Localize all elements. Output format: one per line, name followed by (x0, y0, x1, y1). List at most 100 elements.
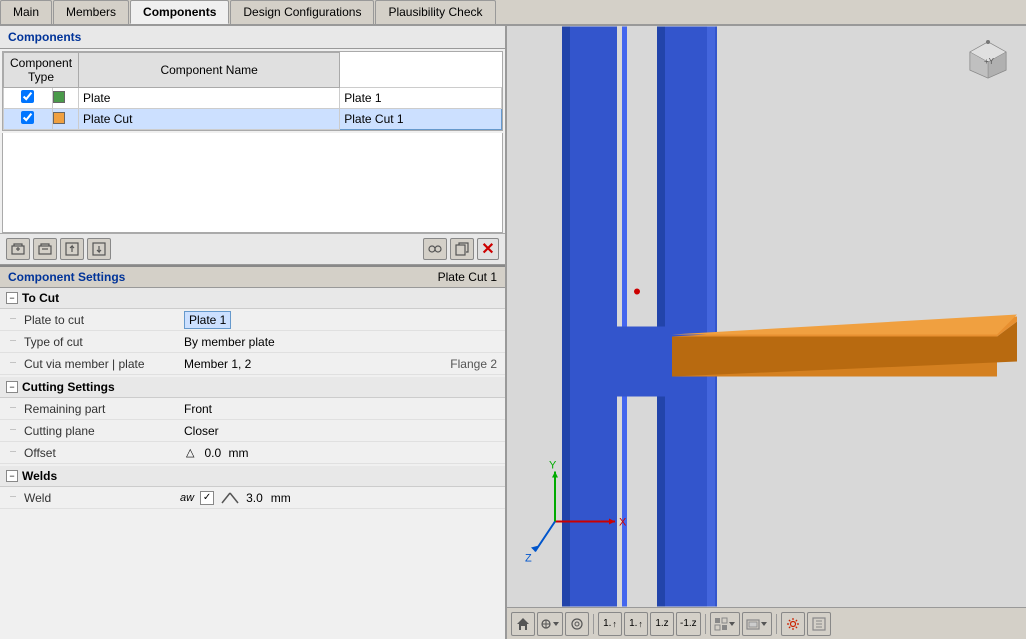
cutting-settings-header[interactable]: − Cutting Settings (0, 377, 505, 398)
svg-text:+Y: +Y (984, 57, 995, 66)
collapse-icon: − (6, 381, 18, 393)
welds-group: − Welds ┄ Weld aw ✓ 3.0 mm (0, 466, 505, 509)
prop-row-offset: ┄ Offset △ 0.0 mm (0, 442, 505, 464)
weld-symbol-icon (220, 491, 240, 505)
tab-main[interactable]: Main (0, 0, 52, 24)
add-component-btn[interactable] (6, 238, 30, 260)
toolbar-separator-2 (705, 614, 706, 634)
tab-components[interactable]: Components (130, 0, 229, 24)
render-x-btn[interactable]: 1.↑ (598, 612, 622, 636)
viewport-3d[interactable]: X Y Z +Y (507, 26, 1026, 607)
prop-row-plate-to-cut: ┄ Plate to cut Plate 1 (0, 309, 505, 331)
components-table: Component Type Component Name (3, 52, 502, 130)
toolbar-left (6, 238, 111, 260)
move-down-btn[interactable] (87, 238, 111, 260)
collapse-icon: − (6, 470, 18, 482)
settings-header: Component Settings Plate Cut 1 (0, 265, 505, 288)
left-panel: Components Component Type Component Name (0, 26, 507, 639)
view-dropdown-btn[interactable] (537, 612, 563, 636)
prop-name-cutting-plane: Cutting plane (20, 422, 180, 440)
display-mode-btn[interactable] (742, 612, 772, 636)
platecut-type-cell: Plate Cut (79, 109, 340, 130)
settings-area: − To Cut ┄ Plate to cut Plate 1 ┄ Type o… (0, 288, 505, 639)
welds-header[interactable]: − Welds (0, 466, 505, 487)
toolbar-separator-1 (593, 614, 594, 634)
weld-prop-row: ┄ Weld aw ✓ 3.0 mm (0, 487, 505, 509)
move-up-btn[interactable] (60, 238, 84, 260)
tab-design-configurations[interactable]: Design Configurations (230, 0, 374, 24)
link-btn[interactable] (423, 238, 447, 260)
table-row[interactable]: Plate Plate 1 (4, 88, 502, 109)
render-mode-btn[interactable] (710, 612, 740, 636)
plate-checkbox[interactable] (21, 90, 34, 103)
plate-name-cell: Plate 1 (340, 88, 502, 109)
col-component-name: Component Name (79, 53, 340, 88)
welds-label: Welds (22, 469, 57, 483)
svg-text:Z: Z (525, 553, 532, 565)
delete-btn[interactable]: ✕ (477, 238, 499, 260)
prop-value-type-of-cut: By member plate (180, 333, 505, 351)
svg-text:X: X (619, 517, 627, 529)
prop-extra-cut-via: Flange 2 (442, 355, 505, 373)
prop-name-type-of-cut: Type of cut (20, 333, 180, 351)
plate-type-cell: Plate (79, 88, 340, 109)
prop-row-type-of-cut: ┄ Type of cut By member plate (0, 331, 505, 353)
prop-value-cutting-plane: Closer (180, 422, 505, 440)
collapse-icon: − (6, 292, 18, 304)
prop-value-offset: 0.0 mm (200, 444, 505, 462)
nav-cube[interactable]: +Y (962, 34, 1014, 86)
platecut-color-box (53, 112, 65, 124)
settings-title: Component Settings (8, 270, 125, 284)
cutting-settings-group: − Cutting Settings ┄ Remaining part Fron… (0, 377, 505, 464)
table-row[interactable]: Plate Cut Plate Cut 1 (4, 109, 502, 130)
offset-delta-icon: △ (180, 444, 200, 461)
viewport-toolbar: 1.↑ 1.↑ 1.z -1.z (507, 607, 1026, 639)
home-view-btn[interactable] (511, 612, 535, 636)
scene-svg: X Y Z (507, 26, 1026, 607)
render-z-btn[interactable]: 1.z (650, 612, 674, 636)
prop-name-plate-to-cut: Plate to cut (20, 311, 180, 329)
prop-name-cut-via: Cut via member | plate (20, 355, 180, 373)
toolbar-right: ✕ (423, 238, 499, 260)
platecut-checkbox[interactable] (21, 111, 34, 124)
plate-color-box (53, 91, 65, 103)
weld-unit: mm (271, 491, 291, 505)
parallel-view-btn[interactable] (565, 612, 589, 636)
settings-btn[interactable] (781, 612, 805, 636)
to-cut-group: − To Cut ┄ Plate to cut Plate 1 ┄ Type o… (0, 288, 505, 375)
prop-row-cut-via: ┄ Cut via member | plate Member 1, 2 Fla… (0, 353, 505, 375)
toolbar-separator-3 (776, 614, 777, 634)
components-toolbar: ✕ (0, 233, 505, 264)
prop-row-remaining: ┄ Remaining part Front (0, 398, 505, 420)
to-cut-label: To Cut (22, 291, 59, 305)
render-y-btn[interactable]: 1.↑ (624, 612, 648, 636)
to-cut-header[interactable]: − To Cut (0, 288, 505, 309)
tab-bar: Main Members Components Design Configura… (0, 0, 1026, 26)
delete-component-btn[interactable] (33, 238, 57, 260)
components-table-container: Component Type Component Name (2, 51, 503, 131)
tab-plausibility-check[interactable]: Plausibility Check (375, 0, 495, 24)
svg-text:Y: Y (549, 460, 557, 472)
prop-name-remaining: Remaining part (20, 400, 180, 418)
weld-value-area: aw ✓ 3.0 mm (180, 491, 505, 505)
prop-row-cutting-plane: ┄ Cutting plane Closer (0, 420, 505, 442)
more-options-btn[interactable] (807, 612, 831, 636)
prop-value-cut-via: Member 1, 2 (180, 355, 442, 373)
settings-subtitle: Plate Cut 1 (438, 270, 497, 284)
weld-value: 3.0 (246, 491, 263, 505)
weld-prop-name: Weld (20, 489, 180, 507)
platecut-name-cell: Plate Cut 1 (340, 109, 502, 130)
cutting-settings-label: Cutting Settings (22, 380, 115, 394)
copy-btn[interactable] (450, 238, 474, 260)
main-layout: Components Component Type Component Name (0, 26, 1026, 639)
components-empty-area (2, 133, 503, 233)
components-section-header: Components (0, 26, 505, 49)
weld-tag: aw (180, 492, 194, 504)
tab-members[interactable]: Members (53, 0, 129, 24)
prop-value-plate-to-cut: Plate 1 (180, 311, 505, 329)
render-nz-btn[interactable]: -1.z (676, 612, 701, 636)
right-panel: X Y Z +Y (507, 26, 1026, 639)
prop-value-remaining: Front (180, 400, 505, 418)
col-component-type: Component Type (4, 53, 79, 88)
components-area: Component Type Component Name (0, 49, 505, 265)
